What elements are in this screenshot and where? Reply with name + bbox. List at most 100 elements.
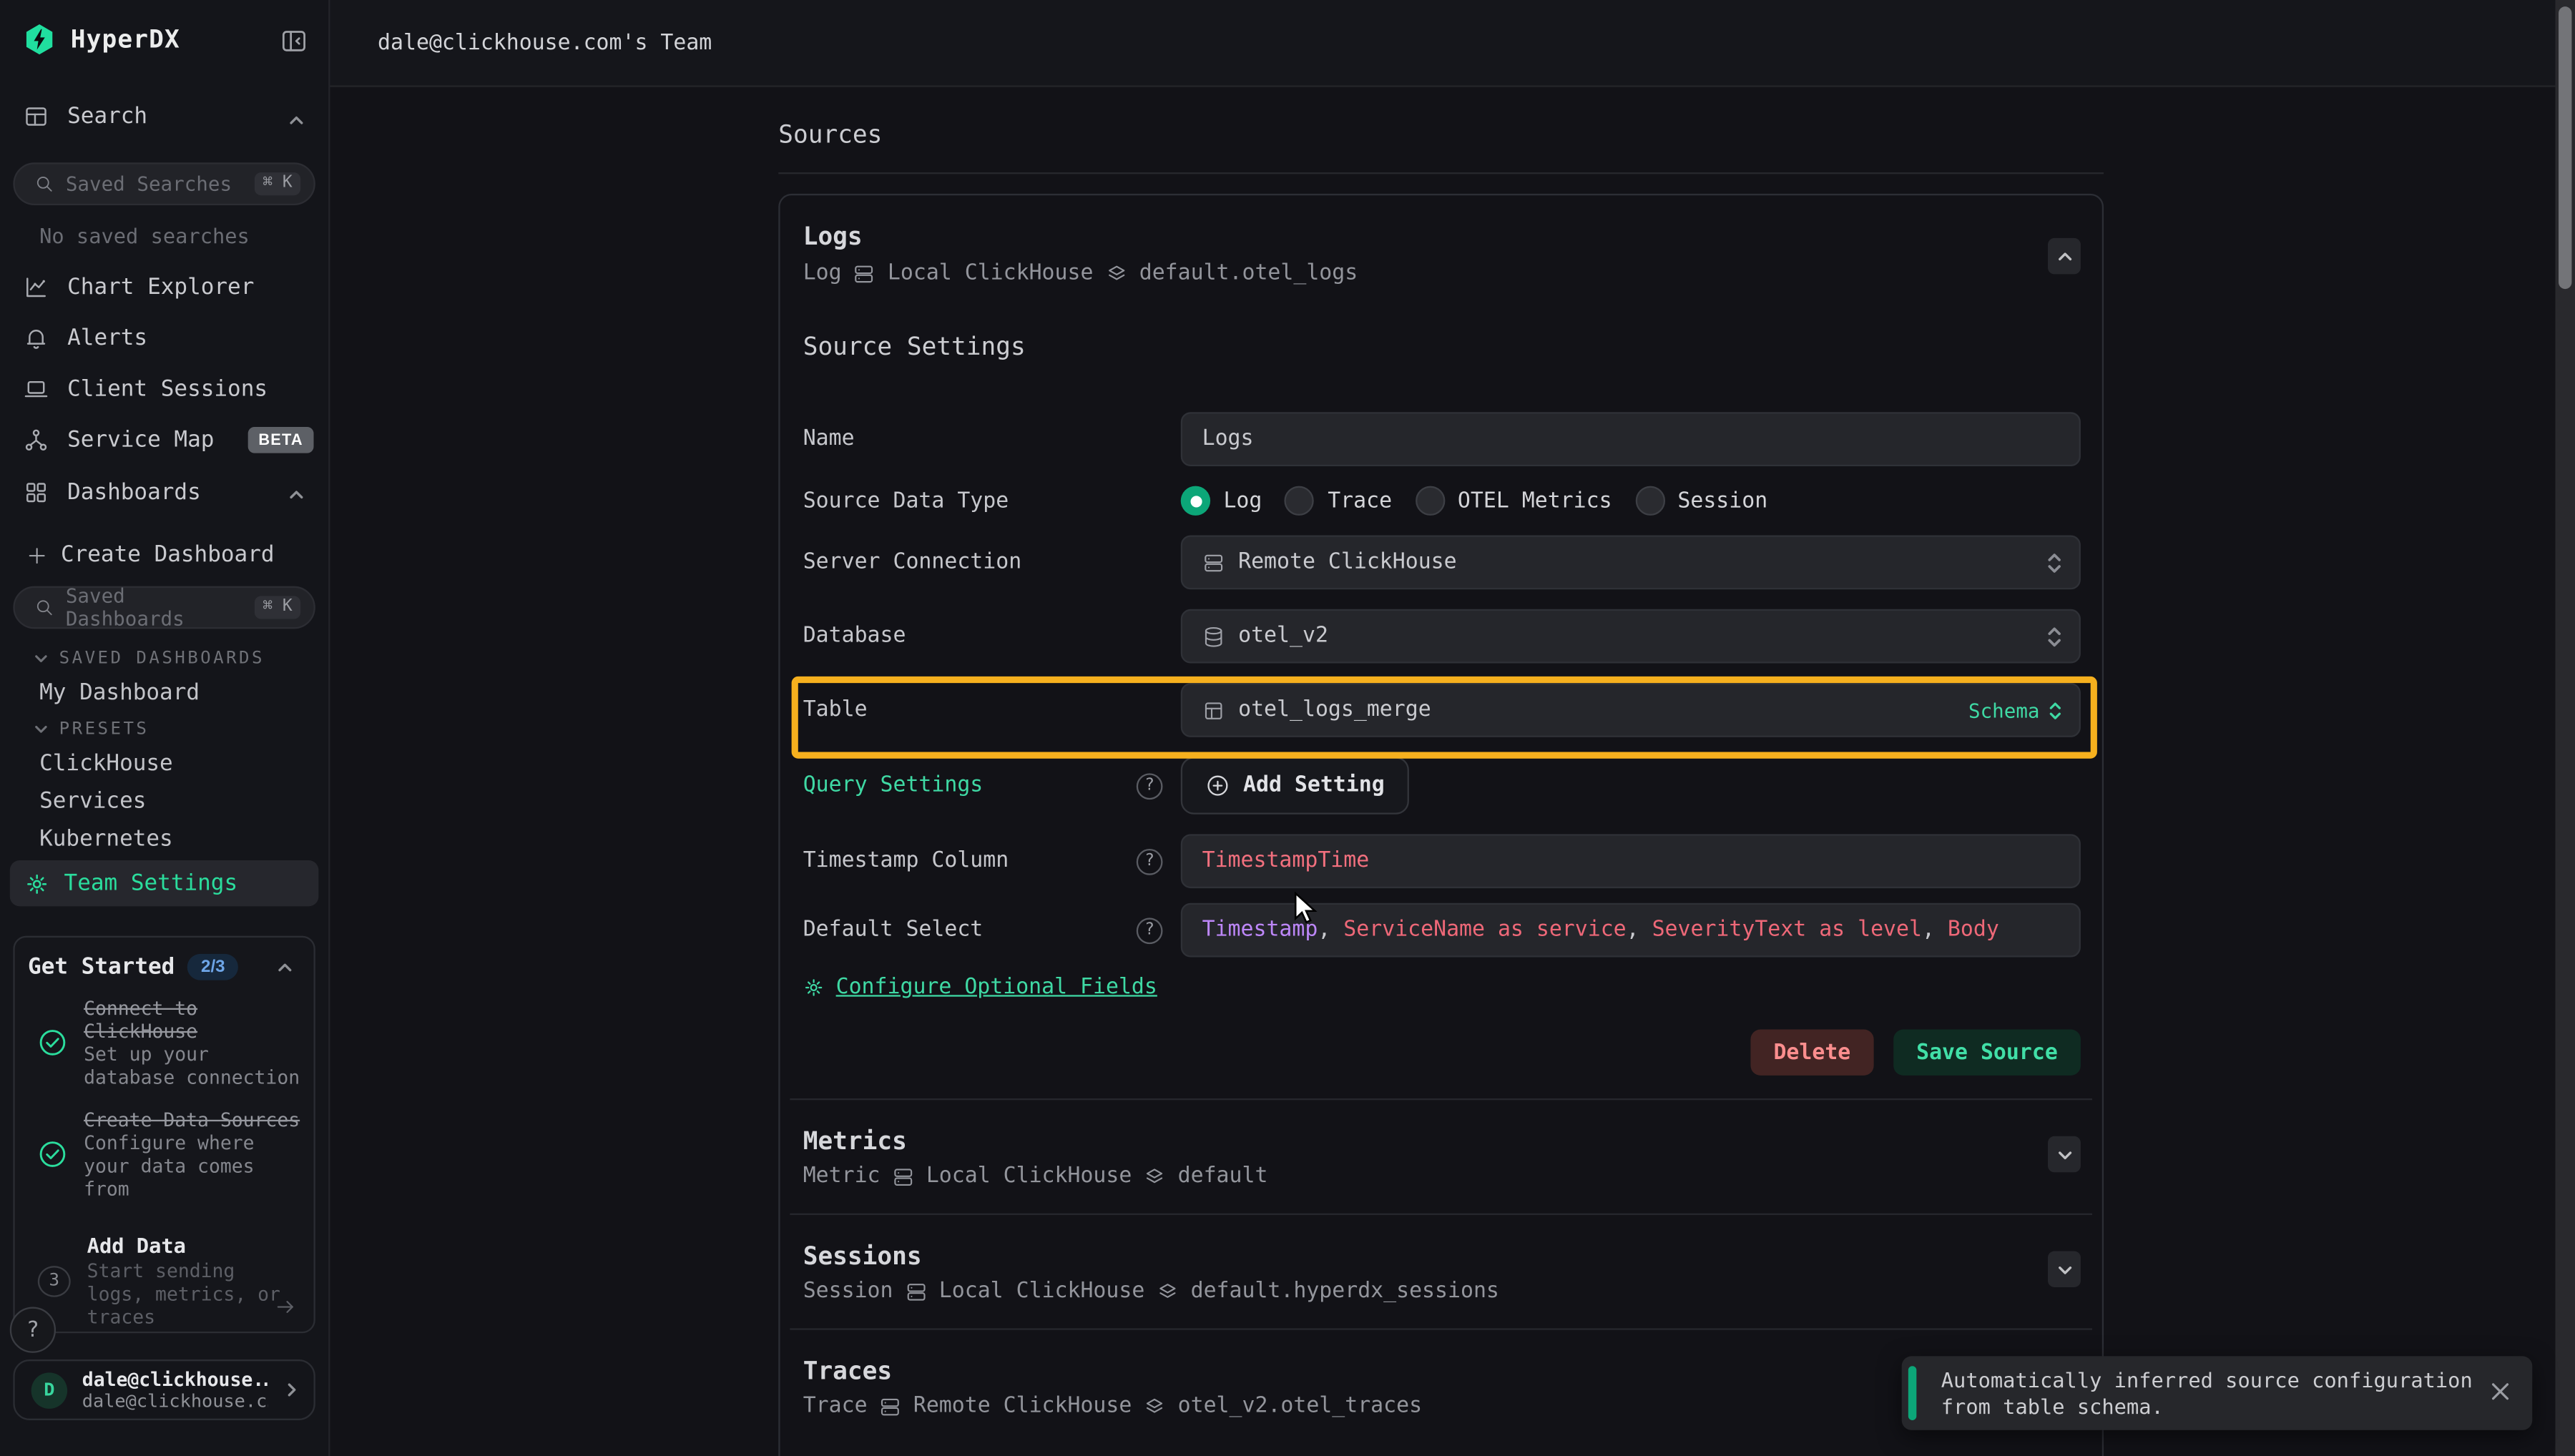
- sidebar-item-team-settings[interactable]: Team Settings: [10, 860, 319, 906]
- radio-session[interactable]: Session: [1635, 486, 1768, 516]
- sql-comma: ,: [1922, 918, 1948, 942]
- configure-optional-fields[interactable]: Configure Optional Fields: [803, 975, 2081, 1000]
- no-saved-searches-text: No saved searches: [39, 223, 250, 247]
- server-icon: [853, 262, 876, 285]
- chart-icon: [23, 274, 49, 300]
- scrollbar-thumb[interactable]: [2559, 6, 2571, 289]
- question-circle-icon[interactable]: ?: [1137, 917, 1163, 943]
- brand-name: HyperDX: [71, 24, 180, 54]
- sidebar-item-my-dashboard[interactable]: My Dashboard: [39, 680, 200, 707]
- form-row-table: Table otel_logs_merge Schema: [803, 683, 2081, 737]
- kbd-shortcut: ⌘ K: [255, 172, 300, 195]
- close-icon[interactable]: [2490, 1381, 2511, 1402]
- schema-link[interactable]: Schema: [1968, 699, 2063, 722]
- collapse-sidebar-icon[interactable]: [279, 26, 308, 56]
- question-circle-icon[interactable]: ?: [1137, 772, 1163, 799]
- radio-log[interactable]: Log: [1181, 486, 1262, 516]
- sql-token: ServiceName as service: [1343, 918, 1626, 942]
- radio-otel-metrics[interactable]: OTEL Metrics: [1415, 486, 1612, 516]
- user-profile[interactable]: D dale@clickhouse.… dale@clickhouse.c…: [13, 1359, 315, 1420]
- source-section-metrics: Metrics Metric Local ClickHouse default: [803, 1100, 2081, 1213]
- saved-searches-input[interactable]: Saved Searches ⌘ K: [13, 162, 315, 205]
- add-setting-button[interactable]: Add Setting: [1181, 757, 1409, 814]
- source-title-sessions: Sessions: [803, 1241, 2081, 1271]
- form-actions: Delete Save Source: [803, 1030, 2081, 1076]
- server-connection-select[interactable]: Remote ClickHouse: [1181, 535, 2081, 589]
- saved-searches-placeholder: Saved Searches: [66, 172, 243, 195]
- help-button[interactable]: ?: [10, 1307, 56, 1353]
- form-row-default-select: Default Select ? Timestamp, ServiceName …: [803, 903, 2081, 958]
- expand-source-button[interactable]: [2048, 1251, 2081, 1287]
- radio-label: OTEL Metrics: [1458, 488, 1612, 513]
- sql-comma: ,: [1318, 918, 1343, 942]
- chevron-down-icon: [2055, 1260, 2073, 1278]
- toast-accent-bar: [1908, 1366, 1916, 1420]
- source-server: Local ClickHouse: [939, 1279, 1145, 1306]
- delete-button[interactable]: Delete: [1750, 1030, 1873, 1076]
- checklist-item-title: Add Data: [87, 1233, 300, 1259]
- chevron-up-icon[interactable]: [288, 486, 305, 504]
- expand-source-button[interactable]: [2048, 1136, 2081, 1173]
- source-server: Remote ClickHouse: [913, 1394, 1132, 1420]
- server-icon: [1202, 551, 1225, 574]
- form-row-database: Database otel_v2: [803, 609, 2081, 664]
- chevron-up-icon[interactable]: [276, 958, 294, 976]
- sidebar-item-services[interactable]: Services: [39, 788, 146, 815]
- gear-icon: [803, 977, 825, 998]
- source-table: otel_v2.otel_traces: [1178, 1394, 1422, 1420]
- saved-dashboards-section[interactable]: SAVED DASHBOARDS: [33, 649, 265, 669]
- saved-dashboards-input[interactable]: Saved Dashboards ⌘ K: [13, 586, 315, 629]
- source-title-logs: Logs: [803, 222, 2081, 251]
- presets-section[interactable]: PRESETS: [33, 719, 149, 739]
- form-row-server-connection: Server Connection Remote ClickHouse: [803, 535, 2081, 589]
- name-input[interactable]: Logs: [1181, 412, 2081, 466]
- sidebar-item-chart-explorer[interactable]: Chart Explorer: [23, 274, 254, 300]
- timestamp-input[interactable]: TimestampTime: [1181, 834, 2081, 888]
- form-row-timestamp: Timestamp Column ? TimestampTime: [803, 834, 2081, 888]
- type-label: Source Data Type: [803, 488, 1009, 513]
- source-kind: Session: [803, 1279, 893, 1306]
- sidebar-item-client-sessions[interactable]: Client Sessions: [23, 376, 268, 403]
- database-value: otel_v2: [1238, 624, 1328, 648]
- chevron-up-icon[interactable]: [288, 112, 305, 129]
- brand[interactable]: HyperDX: [23, 23, 180, 56]
- saved-dashboards-placeholder: Saved Dashboards: [66, 584, 243, 630]
- sidebar-item-dashboards[interactable]: Dashboards: [23, 479, 201, 506]
- sidebar: HyperDX Search Saved Searches ⌘ K No sav…: [0, 0, 330, 1456]
- source-table: default: [1178, 1164, 1268, 1191]
- timestamp-value: TimestampTime: [1202, 849, 1370, 873]
- sidebar-item-kubernetes[interactable]: Kubernetes: [39, 826, 173, 852]
- form-row-type: Source Data Type Log Trace OTEL Metrics: [803, 486, 2081, 516]
- query-settings-label: Query Settings: [803, 773, 984, 797]
- radio-label: Trace: [1328, 488, 1392, 513]
- collapse-source-button[interactable]: [2048, 238, 2081, 275]
- sidebar-item-clickhouse[interactable]: ClickHouse: [39, 750, 173, 777]
- source-table: default.hyperdx_sessions: [1191, 1279, 1499, 1306]
- question-circle-icon[interactable]: ?: [1137, 848, 1163, 875]
- server-connection-value: Remote ClickHouse: [1238, 550, 1457, 574]
- checklist-item-sources[interactable]: Create Data Sources Configure where your…: [28, 1108, 300, 1201]
- sidebar-item-search[interactable]: Search: [23, 104, 147, 130]
- bell-icon: [23, 325, 49, 352]
- create-dashboard-button[interactable]: Create Dashboard: [26, 542, 275, 569]
- team-title: dale@clickhouse.com's Team: [378, 31, 712, 56]
- source-kind: Trace: [803, 1394, 868, 1420]
- scrollbar[interactable]: [2555, 0, 2575, 1456]
- sidebar-item-alerts[interactable]: Alerts: [23, 325, 147, 352]
- sidebar-item-service-map[interactable]: Service Map BETA: [23, 427, 313, 453]
- checklist-item-add-data[interactable]: 3 Add Data Start sending logs, metrics, …: [28, 1233, 300, 1328]
- source-title-traces: Traces: [803, 1356, 2081, 1385]
- sidebar-item-label: Dashboards: [67, 479, 201, 506]
- database-select[interactable]: otel_v2: [1181, 609, 2081, 664]
- checklist-item-connect[interactable]: Connect to ClickHouse Set up your databa…: [28, 997, 300, 1089]
- checklist-item-desc: Start sending logs, metrics, or traces: [87, 1259, 300, 1328]
- chevron-up-icon: [2055, 247, 2073, 265]
- type-radio-group: Log Trace OTEL Metrics Session: [1181, 486, 2081, 516]
- get-started-header[interactable]: Get Started 2/3: [28, 954, 300, 980]
- table-select[interactable]: otel_logs_merge Schema: [1181, 683, 2081, 737]
- name-value: Logs: [1202, 427, 1254, 451]
- radio-trace[interactable]: Trace: [1285, 486, 1393, 516]
- save-source-button[interactable]: Save Source: [1893, 1030, 2081, 1076]
- source-meta-metrics: Metric Local ClickHouse default: [803, 1164, 2081, 1191]
- page-title: Sources: [778, 120, 882, 149]
